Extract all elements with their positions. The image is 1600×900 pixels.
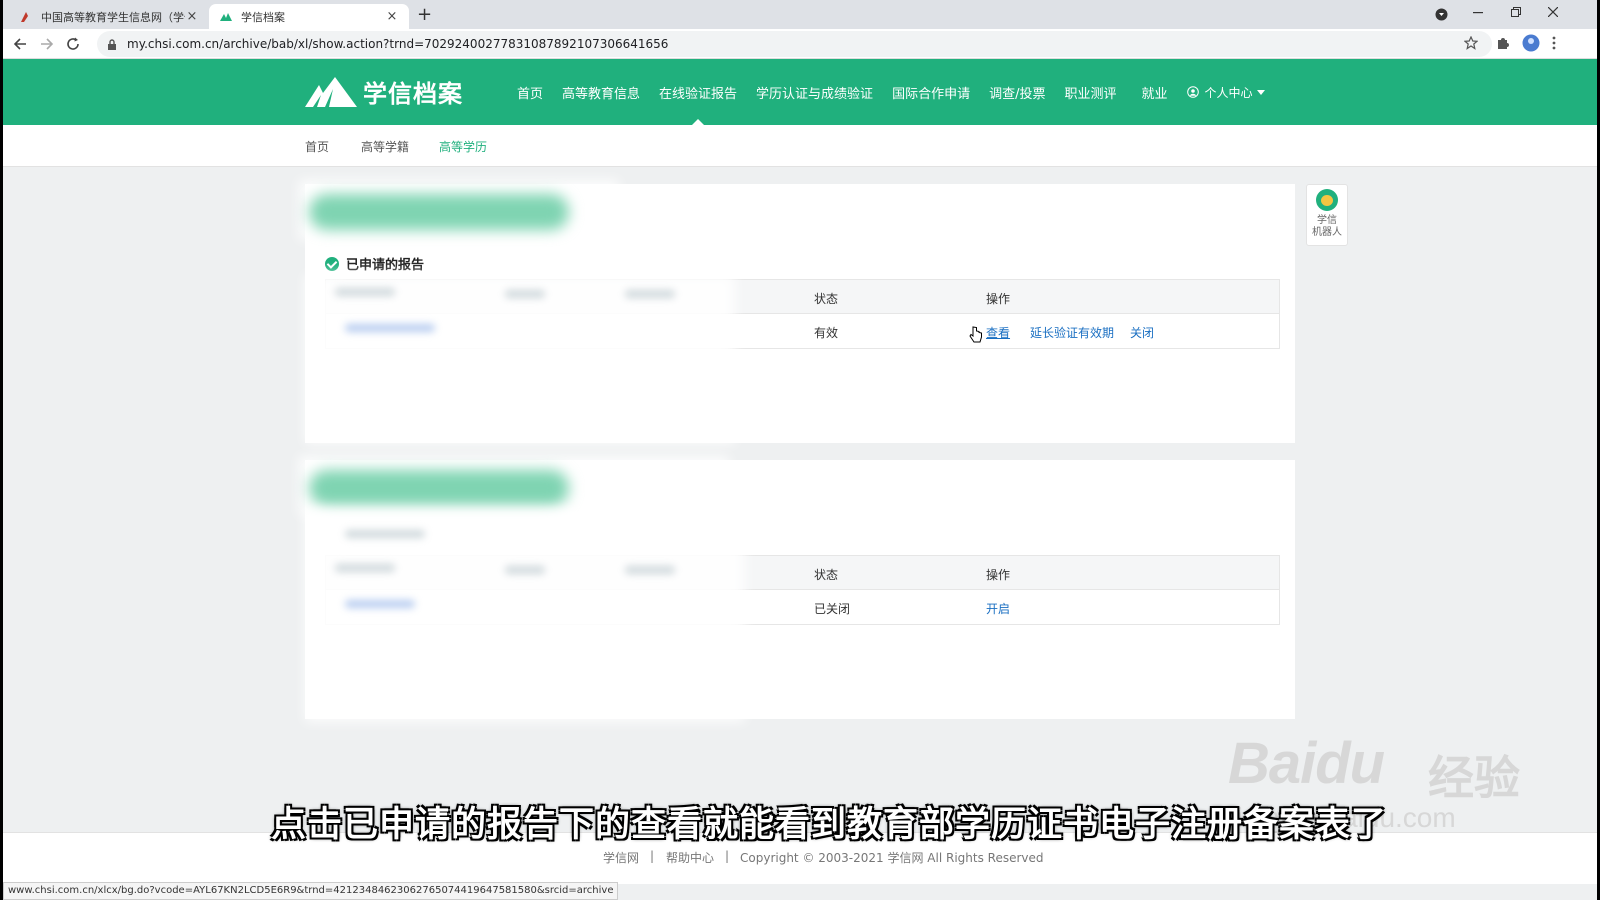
blurred-link bbox=[345, 324, 435, 332]
site-header: 学信档案 首页 高等教育信息 在线验证报告 学历认证与成绩验证 国际合作申请 调… bbox=[3, 59, 1597, 125]
blurred-text bbox=[505, 290, 545, 298]
reload-icon[interactable] bbox=[66, 37, 80, 51]
applied-reports-heading: 已申请的报告 bbox=[325, 254, 424, 273]
tab-chsi[interactable]: 中国高等教育学生信息网（学信网 × bbox=[9, 4, 209, 29]
video-subtitle: 点击已申请的报告下的查看就能看到教育部学历证书电子注册备案表了 bbox=[271, 805, 1388, 845]
watermark-brand: Baidu bbox=[1228, 731, 1385, 796]
subnav-higher-enrollment[interactable]: 高等学籍 bbox=[361, 138, 409, 155]
browser-toolbar: my.chsi.com.cn/archive/bab/xl/show.actio… bbox=[3, 29, 1597, 59]
profile-dropdown-icon[interactable] bbox=[1435, 8, 1448, 21]
closed-report-card: 状态 操作 已关闭 开启 bbox=[299, 456, 1295, 722]
xuexin-robot-button[interactable]: 学信 机器人 bbox=[1306, 184, 1348, 246]
tab-title: 学信档案 bbox=[241, 10, 285, 24]
close-report-link[interactable]: 关闭 bbox=[1130, 324, 1154, 341]
chevron-down-icon bbox=[1256, 89, 1265, 95]
close-window-icon[interactable] bbox=[1548, 7, 1558, 17]
blurred-region bbox=[305, 274, 735, 444]
extensions-puzzle-icon[interactable] bbox=[1496, 36, 1510, 50]
check-circle-icon bbox=[325, 256, 339, 271]
column-status: 状态 bbox=[814, 568, 839, 582]
footer-separator: | bbox=[650, 849, 655, 863]
xuexin-favicon-icon bbox=[220, 12, 232, 21]
robot-avatar-icon bbox=[1316, 189, 1338, 211]
new-tab-button[interactable]: + bbox=[417, 4, 432, 25]
column-status: 状态 bbox=[814, 292, 839, 306]
footer-separator: | bbox=[725, 849, 730, 863]
tab-strip: 中国高等教育学生信息网（学信网 × 学信档案 × + bbox=[3, 0, 1597, 29]
restore-icon[interactable] bbox=[1511, 7, 1521, 17]
watermark-cn: 经验 bbox=[1428, 752, 1520, 804]
open-report-link[interactable]: 开启 bbox=[986, 600, 1010, 617]
url-text: my.chsi.com.cn/archive/bab/xl/show.actio… bbox=[127, 37, 669, 51]
nav-online-verification-report[interactable]: 在线验证报告 bbox=[659, 59, 737, 125]
applied-reports-title: 已申请的报告 bbox=[346, 258, 425, 273]
report-status: 有效 bbox=[814, 326, 839, 340]
close-tab-icon[interactable]: × bbox=[185, 9, 199, 24]
breadcrumb-subnav: 首页 高等学籍 高等学历 bbox=[3, 125, 1597, 167]
blurred-text bbox=[625, 290, 675, 298]
blurred-region bbox=[305, 510, 745, 722]
blurred-text bbox=[625, 566, 675, 574]
close-tab-icon[interactable]: × bbox=[385, 9, 399, 24]
tab-title: 中国高等教育学生信息网（学信网 bbox=[41, 10, 185, 24]
nav-career-assessment[interactable]: 职业测评 bbox=[1064, 59, 1116, 125]
extend-validity-link[interactable]: 延长验证有效期 bbox=[1030, 324, 1114, 341]
footer-help-link[interactable]: 帮助中心 bbox=[666, 849, 714, 866]
nav-survey-vote[interactable]: 调查/投票 bbox=[989, 59, 1045, 125]
bookmark-star-icon[interactable] bbox=[1464, 36, 1478, 50]
address-bar[interactable]: my.chsi.com.cn/archive/bab/xl/show.actio… bbox=[97, 31, 1492, 57]
browser-window: 中国高等教育学生信息网（学信网 × 学信档案 × + my.chsi.com.c… bbox=[3, 0, 1597, 900]
profile-avatar-icon[interactable] bbox=[1522, 34, 1540, 52]
back-icon[interactable] bbox=[13, 37, 27, 51]
subnav-higher-degree[interactable]: 高等学历 bbox=[439, 138, 487, 155]
link-status-bar: www.chsi.com.cn/xlcx/bg.do?vcode=AYL67KN… bbox=[3, 882, 619, 900]
minimize-icon[interactable] bbox=[1473, 12, 1483, 14]
blurred-text bbox=[345, 530, 425, 538]
footer-site-link[interactable]: 学信网 bbox=[603, 849, 639, 866]
blurred-text bbox=[335, 564, 395, 572]
personal-center-label: 个人中心 bbox=[1204, 85, 1253, 100]
site-logo[interactable]: 学信档案 bbox=[305, 74, 463, 109]
nav-higher-education-info[interactable]: 高等教育信息 bbox=[562, 59, 640, 125]
nav-home[interactable]: 首页 bbox=[517, 59, 543, 125]
chsi-favicon-icon bbox=[21, 11, 28, 22]
lock-icon bbox=[108, 38, 116, 50]
nav-international-application[interactable]: 国际合作申请 bbox=[892, 59, 970, 125]
logo-mountain-icon bbox=[305, 76, 357, 107]
blurred-text bbox=[335, 288, 395, 296]
tab-xuexin-archive[interactable]: 学信档案 × bbox=[209, 4, 409, 29]
blurred-title-bar bbox=[309, 194, 569, 230]
nav-degree-certification[interactable]: 学历认证与成绩验证 bbox=[756, 59, 873, 125]
nav-employment[interactable]: 就业 bbox=[1141, 59, 1167, 125]
forward-icon[interactable] bbox=[40, 37, 54, 51]
baidu-jingyan-watermark: Baidu 经验 jingyan.baidu.com bbox=[1228, 730, 1520, 833]
column-action: 操作 bbox=[986, 568, 1011, 582]
report-status: 已关闭 bbox=[814, 602, 851, 616]
robot-label-line2: 机器人 bbox=[1312, 227, 1342, 238]
blurred-title-bar bbox=[309, 470, 569, 506]
main-nav: 首页 高等教育信息 在线验证报告 学历认证与成绩验证 国际合作申请 调查/投票 … bbox=[517, 59, 1265, 125]
blurred-text bbox=[505, 566, 545, 574]
browser-menu-icon[interactable] bbox=[1552, 36, 1556, 50]
view-report-link[interactable]: 查看 bbox=[986, 324, 1010, 341]
column-action: 操作 bbox=[986, 292, 1011, 306]
logo-text: 学信档案 bbox=[363, 80, 463, 108]
robot-label-line1: 学信 bbox=[1317, 215, 1337, 226]
personal-center-menu[interactable]: 个人中心 bbox=[1186, 84, 1265, 101]
hand-cursor-icon bbox=[969, 326, 982, 343]
subnav-home[interactable]: 首页 bbox=[305, 138, 329, 155]
user-circle-icon bbox=[1186, 86, 1199, 98]
footer-copyright: Copyright © 2003-2021 学信网 All Rights Res… bbox=[740, 851, 1044, 865]
blurred-link bbox=[345, 600, 415, 608]
degree-report-card: 已申请的报告 状态 操作 有效 查看 延长验证有效期 关闭 bbox=[299, 180, 1295, 444]
